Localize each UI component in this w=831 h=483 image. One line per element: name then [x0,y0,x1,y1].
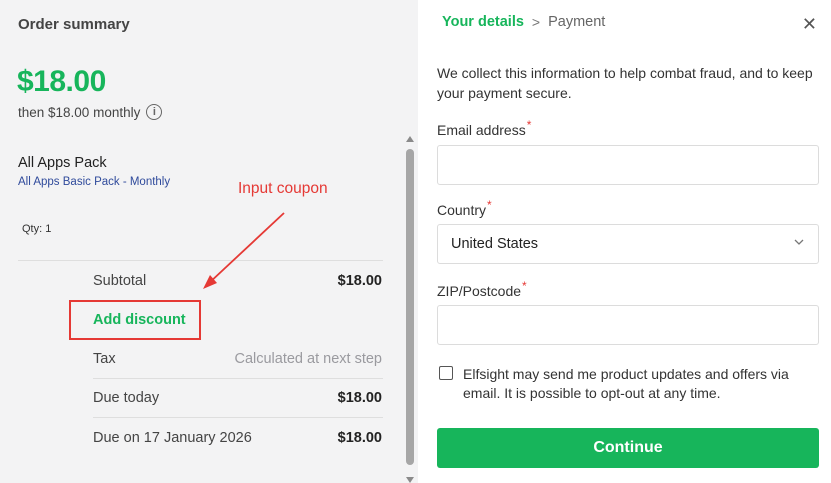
due-today-value: $18.00 [337,390,382,406]
breadcrumb-payment[interactable]: Payment [548,14,605,30]
required-marker: * [522,279,527,293]
consent-checkbox[interactable] [439,366,453,380]
continue-button[interactable]: Continue [437,428,819,468]
breadcrumb: Your details > Payment [442,14,605,30]
close-icon[interactable]: ✕ [802,14,817,35]
divider [93,417,383,418]
quantity: Qty: 1 [22,223,52,235]
intro-text: We collect this information to help comb… [437,65,813,101]
chevron-down-icon [794,239,804,245]
tax-value: Calculated at next step [234,351,382,367]
subtotal-value: $18.00 [337,273,382,289]
input-coupon-annotation: Input coupon [238,180,328,197]
country-select-value: United States [451,236,539,252]
total-price: $18.00 [17,65,106,98]
subtotal-label: Subtotal [93,273,147,289]
scrollbar-thumb[interactable] [406,149,414,465]
zip-label-text: ZIP/Postcode [437,283,522,299]
divider [93,378,383,379]
order-summary-panel: Order summary $18.00 then $18.00 monthly… [0,0,418,483]
due-on-label: Due on 17 January 2026 [93,430,252,446]
country-label: Country* [437,198,492,218]
checkout-form-panel: Your details > Payment ✕ We collect this… [418,0,831,483]
scroll-down-arrow[interactable] [406,477,414,483]
required-marker: * [526,118,532,132]
email-label: Email address* [437,118,531,138]
zip-label: ZIP/Postcode* [437,279,527,299]
order-summary-title: Order summary [18,16,130,33]
scroll-up-arrow[interactable] [406,136,414,142]
divider [18,260,383,261]
annotation-highlight-box [69,300,201,340]
chevron-right-icon: > [531,14,541,30]
consent-text: Elfsight may send me product updates and… [463,366,789,401]
product-name: All Apps Pack [18,155,107,171]
tax-label: Tax [93,351,116,367]
info-icon[interactable]: i [146,104,163,120]
due-today-label: Due today [93,390,160,406]
country-label-text: Country [437,202,487,218]
product-subtitle: All Apps Basic Pack - Monthly [18,176,171,188]
recurring-price-text: then $18.00 monthly i [18,104,163,120]
country-select[interactable]: United States [437,224,819,264]
required-marker: * [487,198,492,212]
zip-field[interactable] [437,305,819,345]
recurring-price-label: then $18.00 monthly [18,104,141,120]
due-on-value: $18.00 [337,430,382,446]
email-field[interactable] [437,145,819,185]
breadcrumb-your-details[interactable]: Your details [442,14,524,30]
email-label-text: Email address [437,122,526,138]
